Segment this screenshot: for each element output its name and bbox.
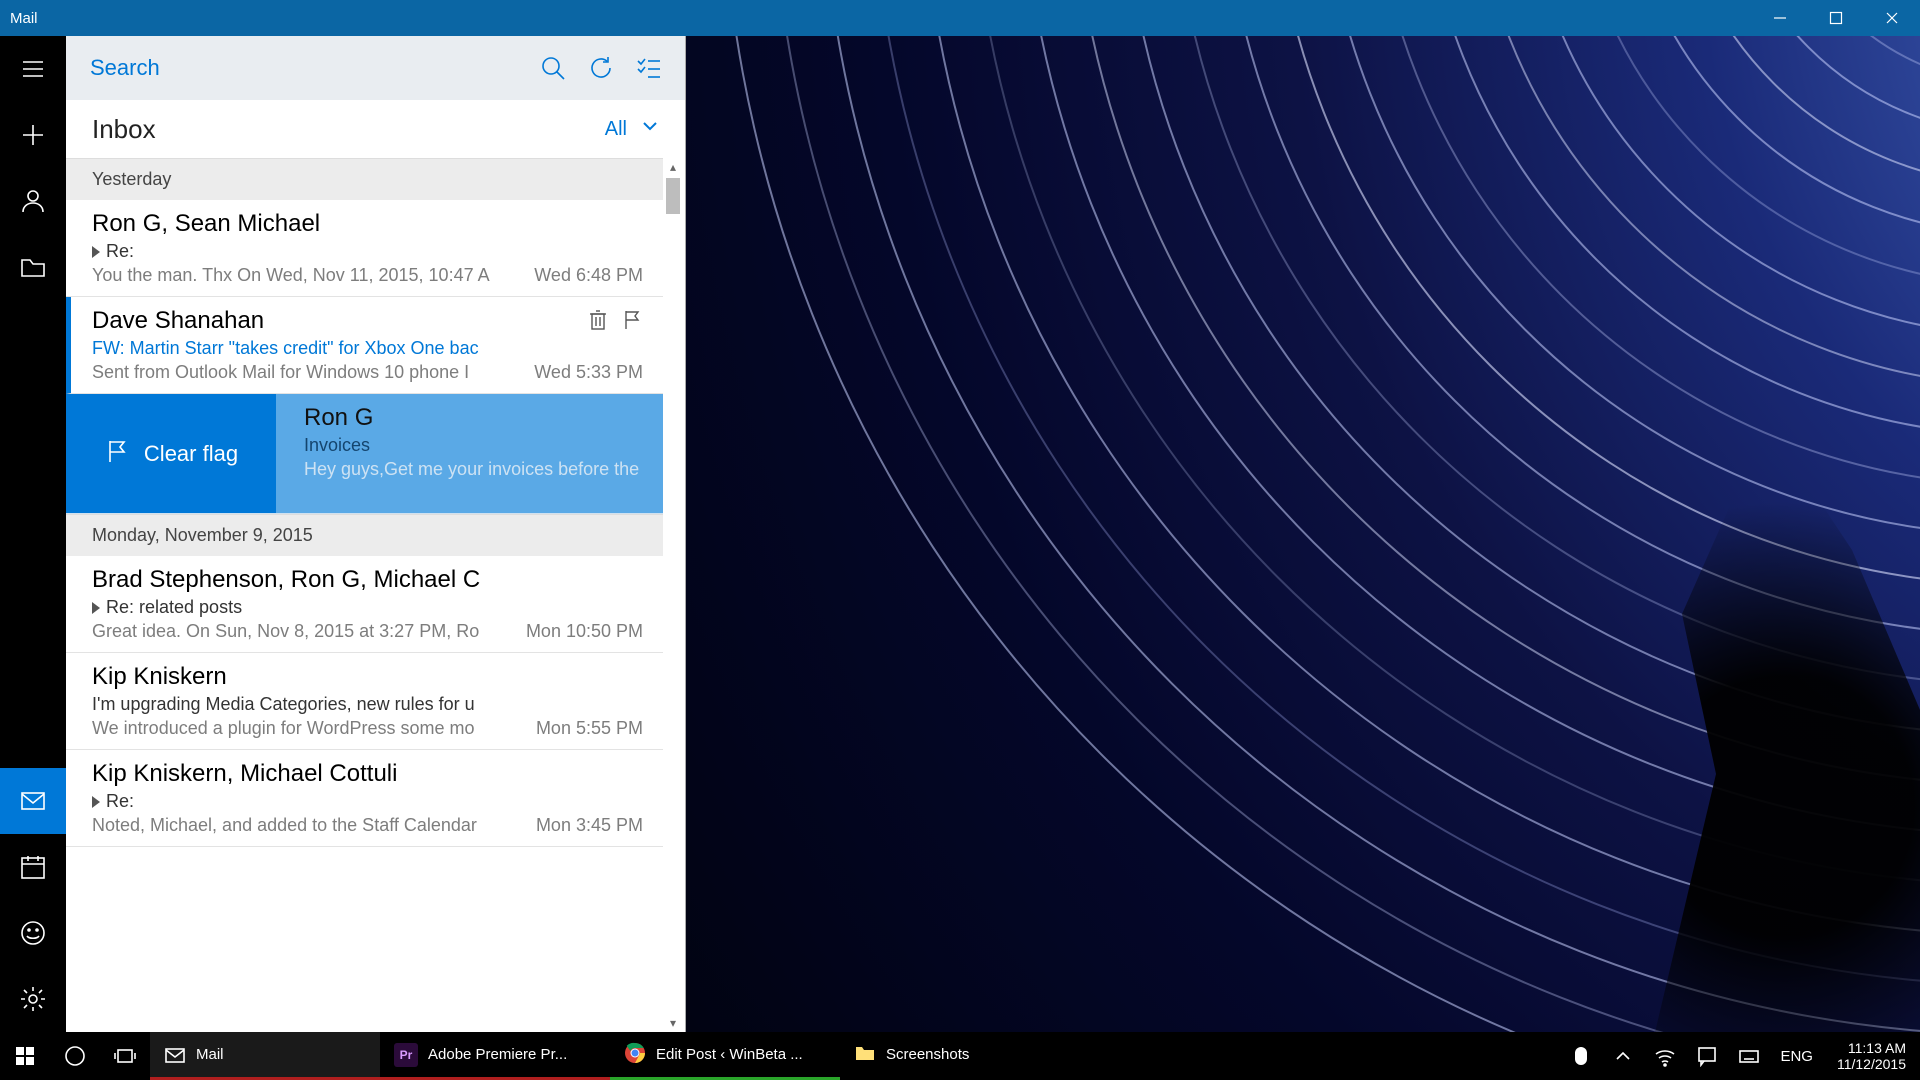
selection-mode-icon[interactable]: [625, 44, 673, 92]
chevron-down-icon: [641, 117, 659, 141]
sync-icon[interactable]: [577, 44, 625, 92]
message-from: Kip Kniskern, Michael Cottuli: [92, 760, 643, 788]
message-item[interactable]: Brad Stephenson, Ron G, Michael C Re: re…: [66, 556, 663, 653]
taskbar-app-chrome[interactable]: Edit Post ‹ WinBeta ...: [610, 1032, 840, 1080]
tray-mouse-icon[interactable]: [1560, 1032, 1602, 1080]
chrome-icon: [624, 1042, 646, 1068]
taskbar-app-label: Adobe Premiere Pr...: [428, 1046, 567, 1063]
search-icon[interactable]: [529, 44, 577, 92]
message-item[interactable]: Kip Kniskern I'm upgrading Media Categor…: [66, 653, 663, 750]
switch-to-calendar-button[interactable]: [0, 834, 66, 900]
thread-expand-icon[interactable]: [92, 796, 100, 808]
flag-icon[interactable]: [621, 309, 643, 336]
taskbar-app-label: Edit Post ‹ WinBeta ...: [656, 1046, 803, 1063]
message-from: Ron G, Sean Michael: [92, 210, 643, 238]
tray-clock[interactable]: 11:13 AM 11/12/2015: [1823, 1040, 1920, 1072]
tray-date: 11/12/2015: [1837, 1056, 1906, 1072]
tray-keyboard-icon[interactable]: [1728, 1032, 1770, 1080]
reading-pane-background: [686, 36, 1920, 1032]
scroll-down-icon[interactable]: ▾: [665, 1014, 681, 1032]
tray-action-center-icon[interactable]: [1686, 1032, 1728, 1080]
nav-rail: [0, 36, 66, 1032]
folders-button[interactable]: [0, 234, 66, 300]
message-time: Mon 3:45 PM: [536, 815, 643, 836]
window-titlebar: Mail: [0, 0, 1920, 36]
message-from: Kip Kniskern: [92, 663, 643, 691]
delete-icon[interactable]: [587, 309, 609, 336]
message-subject: FW: Martin Starr "takes credit" for Xbox…: [92, 338, 643, 359]
window-title: Mail: [10, 10, 38, 27]
message-list-pane: Inbox All Yesterday Ron G, Sean Michael: [66, 36, 686, 1032]
folder-name: Inbox: [92, 114, 605, 145]
message-time: Mon 10:50 PM: [526, 621, 643, 642]
tray-wifi-icon[interactable]: [1644, 1032, 1686, 1080]
feedback-button[interactable]: [0, 900, 66, 966]
taskbar-app-premiere[interactable]: Pr Adobe Premiere Pr...: [380, 1032, 610, 1080]
taskbar-app-explorer[interactable]: Screenshots: [840, 1032, 1070, 1080]
new-mail-button[interactable]: [0, 102, 66, 168]
swipe-action-label: Clear flag: [144, 441, 238, 467]
premiere-icon: Pr: [394, 1043, 418, 1067]
start-button[interactable]: [0, 1032, 50, 1080]
taskbar-app-label: Screenshots: [886, 1046, 969, 1063]
message-preview: Hey guys,Get me your invoices before the: [304, 459, 643, 480]
folder-icon: [854, 1042, 876, 1068]
message-list-scrollbar[interactable]: ▴ ▾: [665, 158, 681, 1032]
message-subject: Re: related posts: [92, 597, 643, 618]
message-from: Brad Stephenson, Ron G, Michael C: [92, 566, 643, 594]
hamburger-menu-button[interactable]: [0, 36, 66, 102]
filter-label: All: [605, 118, 627, 141]
search-input[interactable]: [90, 55, 529, 81]
filter-dropdown[interactable]: All: [605, 117, 659, 141]
settings-button[interactable]: [0, 966, 66, 1032]
message-from: Ron G: [304, 404, 643, 432]
message-subject: Re:: [92, 791, 643, 812]
swipe-action-clear-flag[interactable]: Clear flag: [66, 394, 276, 513]
window-minimize-button[interactable]: [1752, 0, 1808, 36]
tray-overflow-icon[interactable]: [1602, 1032, 1644, 1080]
switch-to-mail-button[interactable]: [0, 768, 66, 834]
message-subject: I'm upgrading Media Categories, new rule…: [92, 694, 643, 715]
message-time: Wed 6:48 PM: [534, 265, 643, 286]
folder-header: Inbox All: [66, 100, 685, 158]
date-group-header: Yesterday: [66, 158, 663, 200]
accounts-button[interactable]: [0, 168, 66, 234]
message-time: Wed 5:33 PM: [534, 362, 643, 383]
message-item-swiped[interactable]: Clear flag Ron G Invoices Hey guys,Get m…: [66, 394, 663, 514]
window-maximize-button[interactable]: [1808, 0, 1864, 36]
message-subject: Invoices: [304, 435, 643, 456]
taskbar-app-mail[interactable]: Mail: [150, 1032, 380, 1080]
thread-expand-icon[interactable]: [92, 246, 100, 258]
scroll-up-icon[interactable]: ▴: [665, 158, 681, 176]
taskbar-app-label: Mail: [196, 1046, 224, 1063]
taskbar: Mail Pr Adobe Premiere Pr... Edit Post ‹…: [0, 1032, 1920, 1080]
date-group-header: Monday, November 9, 2015: [66, 514, 663, 556]
message-list: Yesterday Ron G, Sean Michael Re: You th…: [66, 158, 663, 1032]
window-close-button[interactable]: [1864, 0, 1920, 36]
message-time: Mon 5:55 PM: [536, 718, 643, 739]
message-from: Dave Shanahan: [92, 307, 643, 335]
flag-icon: [104, 438, 130, 470]
message-item[interactable]: Ron G, Sean Michael Re: You the man. Thx…: [66, 200, 663, 297]
scroll-thumb[interactable]: [666, 178, 680, 214]
thread-expand-icon[interactable]: [92, 602, 100, 614]
message-item[interactable]: Dave Shanahan FW: Martin Starr "takes cr…: [66, 297, 663, 394]
tray-language[interactable]: ENG: [1770, 1032, 1823, 1080]
tray-time: 11:13 AM: [1837, 1040, 1906, 1056]
message-hover-actions: [587, 309, 643, 336]
message-item[interactable]: Kip Kniskern, Michael Cottuli Re: Noted,…: [66, 750, 663, 847]
message-subject: Re:: [92, 241, 643, 262]
search-bar: [66, 36, 685, 100]
cortana-button[interactable]: [50, 1032, 100, 1080]
system-tray: ENG 11:13 AM 11/12/2015: [1560, 1032, 1920, 1080]
task-view-button[interactable]: [100, 1032, 150, 1080]
